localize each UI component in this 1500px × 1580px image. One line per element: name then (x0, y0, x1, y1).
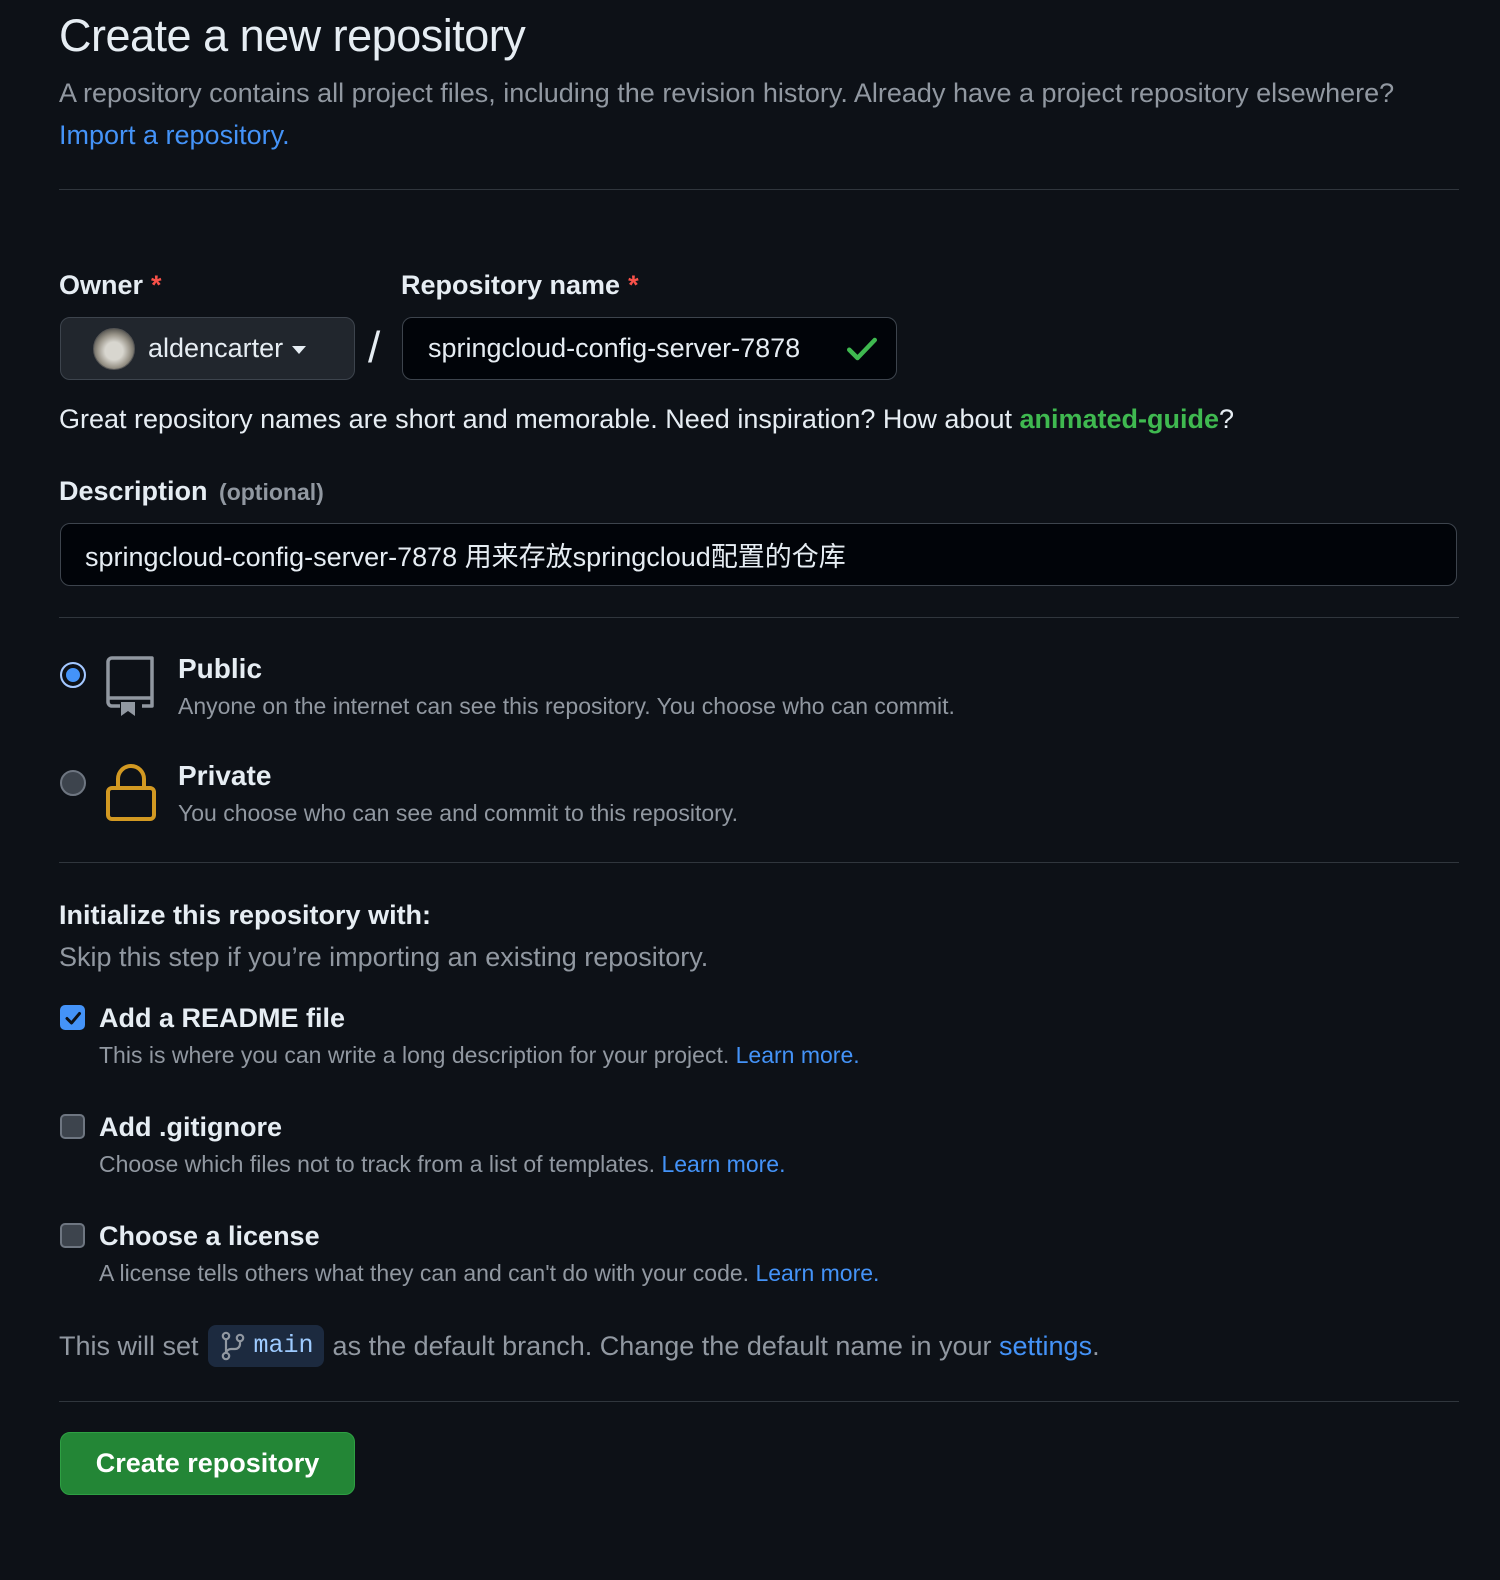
hint-suffix: ? (1219, 404, 1235, 434)
public-option-title: Public (178, 653, 263, 684)
repository-name-label-text: Repository name (401, 270, 621, 300)
license-learn-more-link[interactable]: Learn more. (755, 1260, 879, 1286)
owner-label-text: Owner (59, 270, 144, 300)
check-icon (847, 337, 877, 361)
page-title: Create a new repository (59, 10, 526, 61)
private-option-description: You choose who can see and commit to thi… (178, 800, 738, 826)
repository-name-input[interactable] (402, 317, 897, 380)
readme-option-title: Add a README file (99, 1003, 346, 1033)
readme-option-text: This is where you can write a long descr… (99, 1042, 730, 1068)
description-optional: (optional) (219, 479, 324, 505)
owner-label: Owner * (59, 268, 162, 302)
readme-checkbox[interactable] (60, 1005, 85, 1030)
repository-name-required-mark: * (628, 270, 639, 300)
intro-text: A repository contains all project files,… (59, 78, 1395, 108)
public-radio[interactable] (60, 662, 86, 688)
readme-option-description: This is where you can write a long descr… (99, 1040, 860, 1070)
page-intro: A repository contains all project files,… (59, 72, 1449, 156)
avatar (93, 327, 135, 370)
default-branch-note: This will set main as the default branch… (59, 1324, 1100, 1368)
owner-dropdown[interactable]: aldencarter (60, 317, 355, 380)
divider (59, 189, 1459, 190)
repository-name-label: Repository name * (401, 268, 639, 302)
owner-name: aldencarter (148, 333, 284, 363)
license-option-title: Choose a license (99, 1221, 320, 1251)
lock-icon (106, 764, 156, 821)
checkmark-icon (65, 1011, 81, 1024)
gitignore-learn-more-link[interactable]: Learn more. (661, 1151, 785, 1177)
branch-note-middle: as the default branch. Change the defaul… (332, 1331, 992, 1361)
private-option-title: Private (178, 760, 272, 791)
public-option-description: Anyone on the internet can see this repo… (178, 693, 955, 719)
gitignore-option-title: Add .gitignore (99, 1112, 282, 1142)
initialize-subtitle: Skip this step if you’re importing an ex… (59, 942, 709, 972)
caret-down-icon (292, 345, 307, 354)
branch-note-prefix: This will set (59, 1331, 199, 1361)
import-repository-link[interactable]: Import a repository. (59, 120, 290, 150)
initialize-title: Initialize this repository with: (59, 900, 432, 930)
settings-link[interactable]: settings (999, 1324, 1092, 1368)
gitignore-checkbox[interactable] (60, 1114, 85, 1139)
suggested-name-link[interactable]: animated-guide (1020, 404, 1220, 434)
branch-note-suffix: . (1092, 1331, 1100, 1361)
license-checkbox[interactable] (60, 1223, 85, 1248)
hint-prefix: Great repository names are short and mem… (59, 404, 1020, 434)
repository-name-hint: Great repository names are short and mem… (59, 401, 1234, 437)
owner-required-mark: * (151, 270, 162, 300)
divider (59, 1401, 1459, 1402)
description-input[interactable] (60, 523, 1457, 586)
divider (59, 862, 1459, 863)
branch-name: main (253, 1331, 314, 1360)
gitignore-option-description: Choose which files not to track from a l… (99, 1149, 785, 1179)
repo-icon (106, 656, 154, 716)
branch-chip: main (207, 1325, 324, 1367)
license-option-description: A license tells others what they can and… (99, 1258, 879, 1288)
divider (59, 617, 1459, 618)
owner-repo-separator: / (368, 323, 381, 372)
description-label-text: Description (59, 476, 208, 506)
private-radio[interactable] (60, 770, 86, 796)
git-branch-icon (221, 1331, 244, 1361)
description-label: Description (optional) (59, 474, 324, 509)
create-repository-button[interactable]: Create repository (60, 1432, 355, 1495)
create-repository-page: Create a new repository A repository con… (0, 0, 1500, 1580)
license-option-text: A license tells others what they can and… (99, 1260, 750, 1286)
gitignore-option-text: Choose which files not to track from a l… (99, 1151, 656, 1177)
readme-learn-more-link[interactable]: Learn more. (736, 1042, 860, 1068)
